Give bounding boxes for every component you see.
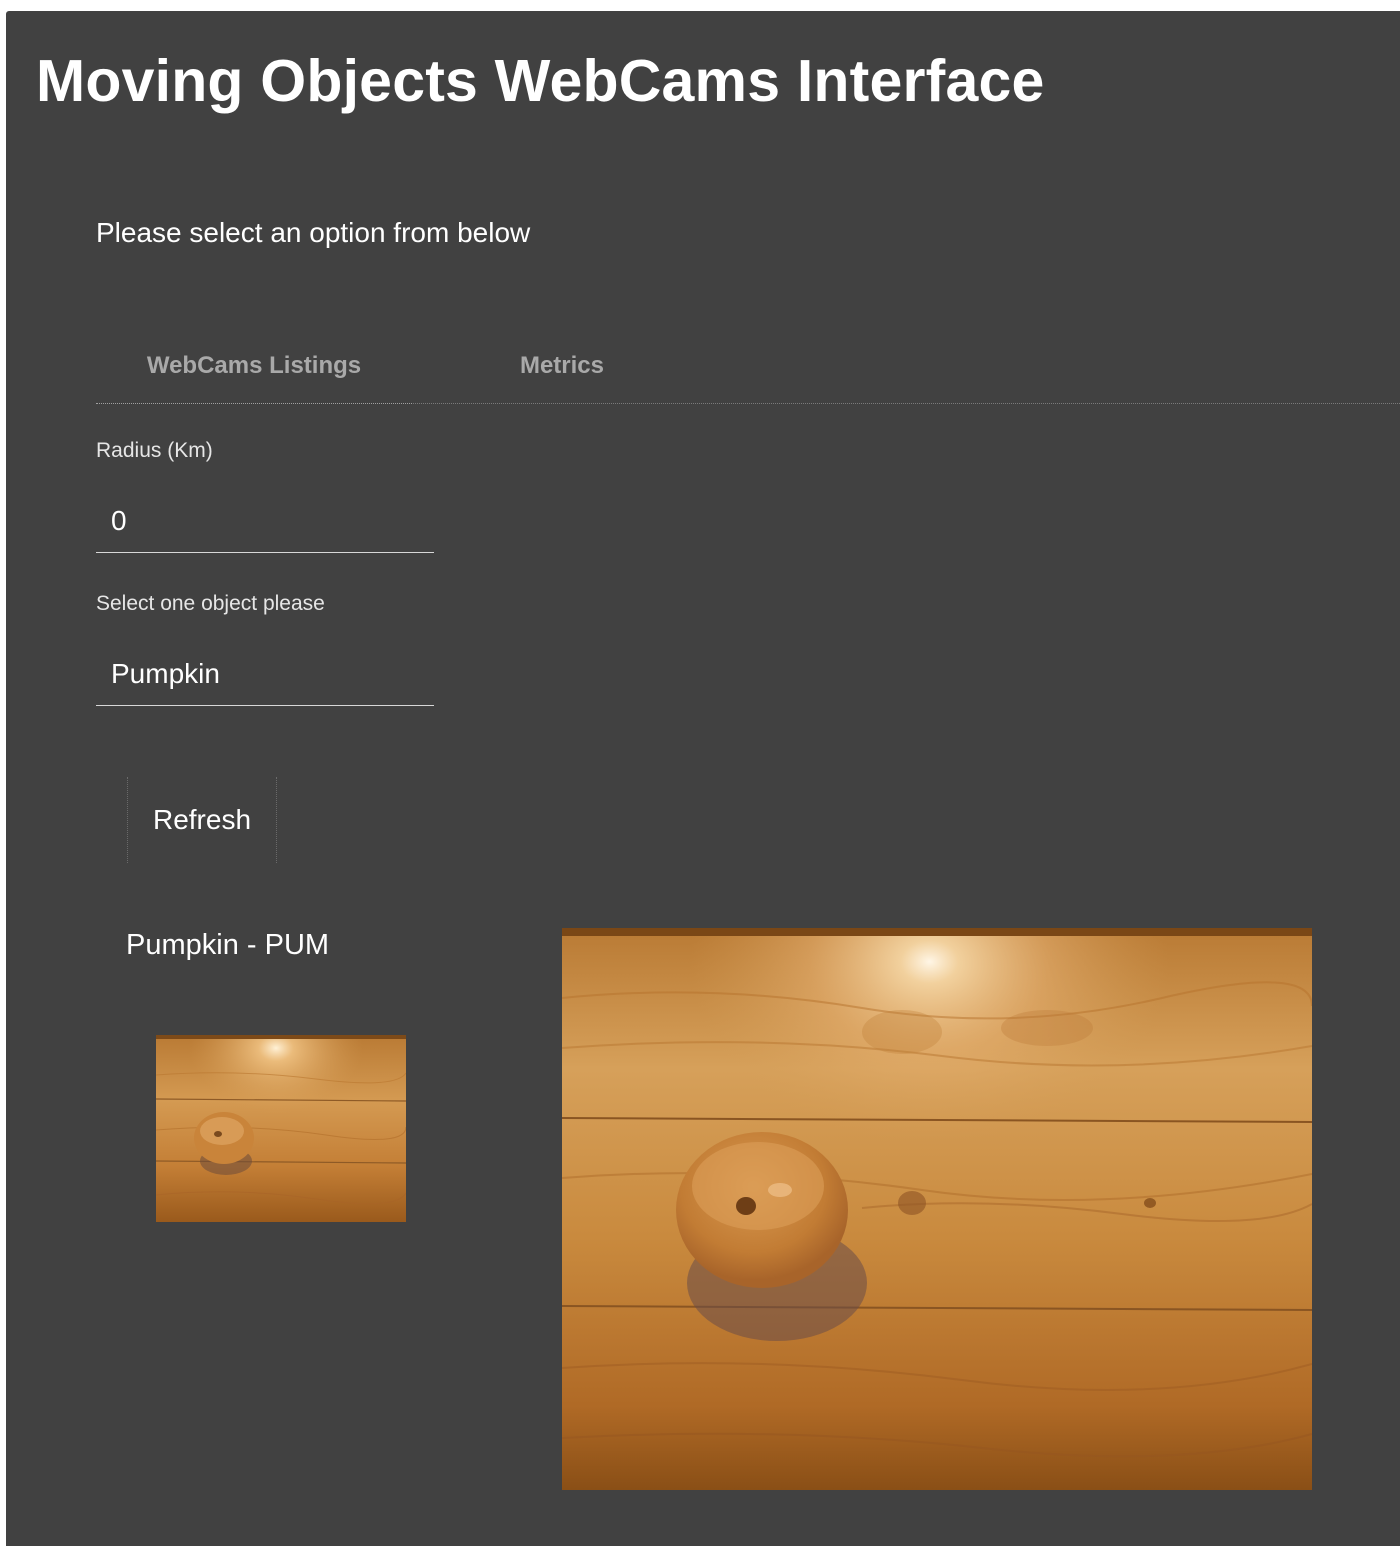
page-title: Moving Objects WebCams Interface <box>36 48 1045 114</box>
radius-label: Radius (Km) <box>96 439 213 462</box>
webcam-thumbnail-graphic <box>156 1035 406 1222</box>
app-panel: Moving Objects WebCams Interface Please … <box>6 11 1400 1546</box>
webcam-main-image <box>562 928 1312 1490</box>
object-caption: Pumpkin - PUM <box>126 929 330 961</box>
radius-value: 0 <box>111 505 127 536</box>
radius-input[interactable]: 0 <box>96 488 434 553</box>
page-subtitle: Please select an option from below <box>96 217 531 248</box>
object-select-value: Pumpkin <box>111 658 220 689</box>
webcam-thumbnail-image[interactable] <box>156 1035 406 1222</box>
object-select[interactable]: Pumpkin <box>96 641 434 706</box>
refresh-button[interactable]: Refresh <box>127 777 277 863</box>
tab-webcams-listings[interactable]: WebCams Listings <box>96 329 412 404</box>
webcam-main-graphic <box>562 928 1312 1490</box>
tab-bar: WebCams Listings Metrics <box>96 329 1400 404</box>
tab-metrics[interactable]: Metrics <box>486 329 638 403</box>
object-select-label: Select one object please <box>96 592 325 615</box>
